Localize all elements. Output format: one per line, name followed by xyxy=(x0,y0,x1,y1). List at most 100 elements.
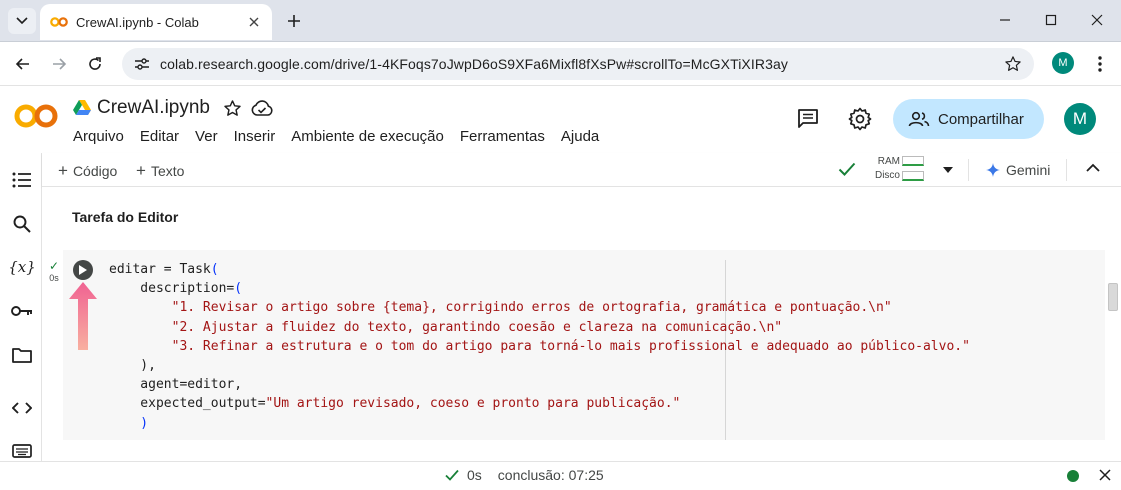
code-token: ), xyxy=(109,358,156,374)
share-button[interactable]: Compartilhar xyxy=(893,99,1044,139)
menu-arquivo[interactable]: Arquivo xyxy=(73,128,124,145)
back-button[interactable] xyxy=(11,52,35,76)
plus-icon: + xyxy=(58,161,68,180)
arrow-right-icon xyxy=(53,58,67,70)
files-button[interactable] xyxy=(10,343,34,367)
resource-labels[interactable]: RAM Disco xyxy=(870,155,900,183)
chevron-down-icon xyxy=(16,17,28,25)
code-token: editar = Task xyxy=(109,262,211,277)
disk-usage-bar xyxy=(902,171,924,181)
secrets-button[interactable] xyxy=(10,299,34,323)
user-avatar[interactable]: M xyxy=(1064,103,1096,135)
variables-icon: {x} xyxy=(8,258,36,276)
connected-check-icon[interactable] xyxy=(838,161,856,177)
menu-ver[interactable]: Ver xyxy=(195,128,218,145)
left-sidebar: {x} xyxy=(0,153,42,461)
code-string: "1. Revisar o artigo sobre {tema}, corri… xyxy=(109,300,892,316)
menu-inserir[interactable]: Inserir xyxy=(234,128,276,145)
code-token: expected_output= xyxy=(109,396,266,412)
gemini-sparkle-icon xyxy=(986,163,1000,177)
menu-bar: Arquivo Editar Ver Inserir Ambiente de e… xyxy=(73,128,615,145)
vertical-scrollbar[interactable] xyxy=(1105,187,1121,461)
execution-indicator: ✓ 0s xyxy=(46,259,62,283)
ram-usage-bar xyxy=(902,156,924,166)
list-icon xyxy=(12,172,31,188)
url-bar[interactable]: colab.research.google.com/drive/1-4KFoqs… xyxy=(122,48,1034,80)
scrollbar-thumb[interactable] xyxy=(1108,283,1118,311)
browser-profile-avatar[interactable]: M xyxy=(1052,52,1074,74)
runtime-connected-indicator[interactable] xyxy=(1067,470,1079,482)
add-text-label: Texto xyxy=(150,163,185,179)
star-notebook-icon[interactable] xyxy=(223,99,242,118)
minimize-icon xyxy=(1000,19,1010,21)
code-paren: ( xyxy=(210,262,219,277)
code-line: "2. Ajustar a fluidez do texto, garantin… xyxy=(109,318,970,337)
section-heading: Tarefa do Editor xyxy=(72,209,179,225)
forward-button[interactable] xyxy=(47,52,71,76)
menu-editar[interactable]: Editar xyxy=(140,128,179,145)
code-icon xyxy=(12,402,32,414)
menu-ambiente-de-execucao[interactable]: Ambiente de execução xyxy=(291,128,444,145)
add-code-button[interactable]: + Código xyxy=(58,161,117,181)
code-paren: ( xyxy=(234,281,243,297)
notebook-title[interactable]: CrewAI.ipynb xyxy=(97,97,210,119)
code-line: ) xyxy=(109,414,970,433)
add-text-button[interactable]: + Texto xyxy=(136,161,184,181)
browser-menu-button[interactable] xyxy=(1090,52,1110,76)
status-completion: conclusão: 07:25 xyxy=(497,467,604,483)
code-paren: ) xyxy=(109,415,149,431)
maximize-button[interactable] xyxy=(1037,8,1065,32)
colab-favicon-icon xyxy=(50,17,68,27)
exec-time: 0s xyxy=(49,273,59,283)
code-cell[interactable]: editar = Task( description=( "1. Revisar… xyxy=(63,250,1105,440)
caret-down-icon[interactable] xyxy=(943,167,953,173)
code-line: agent=editor, xyxy=(109,375,970,394)
run-cell-button[interactable] xyxy=(73,260,93,280)
close-window-button[interactable] xyxy=(1083,8,1111,32)
browser-tab[interactable]: CrewAI.ipynb - Colab xyxy=(40,4,272,40)
command-palette-button[interactable] xyxy=(10,439,34,463)
comment-icon[interactable] xyxy=(797,108,819,128)
minimize-button[interactable] xyxy=(991,8,1019,32)
tab-search-button[interactable] xyxy=(8,8,36,34)
people-icon xyxy=(908,111,930,127)
chevron-up-icon[interactable] xyxy=(1086,163,1100,172)
maximize-icon xyxy=(1045,14,1057,26)
keyboard-icon xyxy=(12,444,32,458)
status-duration: 0s xyxy=(467,467,482,483)
colab-logo[interactable] xyxy=(14,102,58,130)
bookmark-star-icon[interactable] xyxy=(1004,55,1022,73)
close-tab-icon[interactable] xyxy=(246,14,262,30)
code-string: "3. Refinar a estrutura e o tom do artig… xyxy=(109,338,970,354)
close-icon xyxy=(1091,14,1103,26)
colab-header: CrewAI.ipynb Arquivo Editar Ver Inserir … xyxy=(0,87,1121,153)
close-icon[interactable] xyxy=(1099,469,1111,481)
google-drive-icon[interactable] xyxy=(73,99,91,115)
variables-button[interactable]: {x} xyxy=(8,255,36,279)
code-snippets-button[interactable] xyxy=(10,396,34,420)
menu-ajuda[interactable]: Ajuda xyxy=(561,128,599,145)
code-line: expected_output="Um artigo revisado, coe… xyxy=(109,394,970,413)
gemini-button[interactable]: Gemini xyxy=(986,162,1050,178)
code-token: agent=editor, xyxy=(109,377,243,393)
executed-check-icon: ✓ xyxy=(48,259,60,273)
new-tab-button[interactable] xyxy=(282,9,306,33)
gear-icon[interactable] xyxy=(848,107,872,131)
site-settings-icon[interactable] xyxy=(134,57,150,71)
arrow-up-icon xyxy=(69,282,97,350)
status-bar: 0s conclusão: 07:25 xyxy=(0,461,1121,490)
more-vert-icon xyxy=(1098,56,1102,72)
execution-status[interactable]: 0s conclusão: 07:25 xyxy=(445,467,604,483)
menu-ferramentas[interactable]: Ferramentas xyxy=(460,128,545,145)
add-code-label: Código xyxy=(72,163,118,179)
cloud-saved-icon[interactable] xyxy=(251,100,273,116)
search-button[interactable] xyxy=(10,212,34,236)
code-token: description= xyxy=(109,281,235,297)
table-of-contents-button[interactable] xyxy=(10,168,34,192)
reload-button[interactable] xyxy=(83,52,107,76)
code-editor[interactable]: editar = Task( description=( "1. Revisar… xyxy=(109,260,970,433)
code-line: ), xyxy=(109,356,970,375)
arrow-left-icon xyxy=(15,58,29,70)
code-line: "3. Refinar a estrutura e o tom do artig… xyxy=(109,337,970,356)
key-icon xyxy=(11,306,32,316)
